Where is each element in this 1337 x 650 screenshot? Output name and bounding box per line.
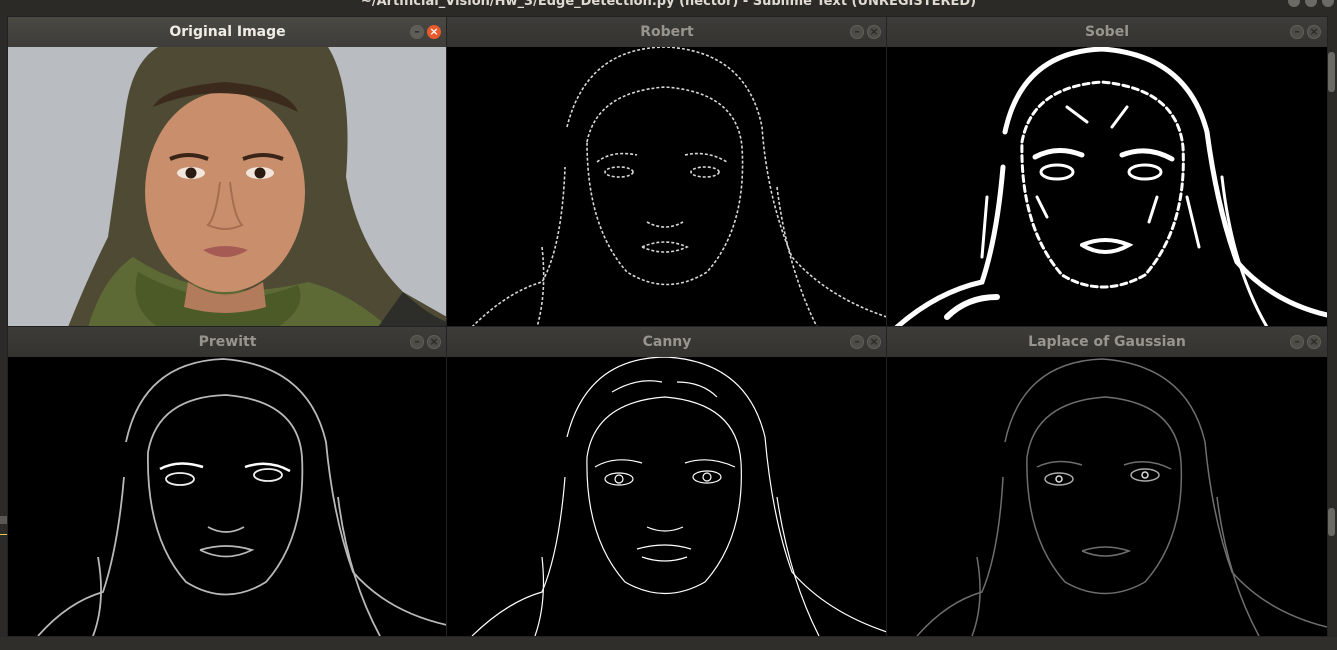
sobel-edges: [887, 47, 1327, 327]
robert-edges: [447, 47, 887, 327]
window-original-image[interactable]: Original Image – ×: [8, 17, 447, 327]
window-titlebar[interactable]: Original Image – ×: [8, 17, 447, 47]
minimize-icon[interactable]: –: [410, 335, 424, 349]
close-icon[interactable]: ×: [427, 25, 441, 39]
close-icon[interactable]: ×: [427, 335, 441, 349]
desktop-bottom-strip: [0, 637, 1337, 650]
sublime-scrollbar[interactable]: [1326, 16, 1337, 650]
window-titlebar[interactable]: Sobel – ×: [887, 17, 1327, 47]
sublime-scrollbar-thumb-lower[interactable]: [1328, 508, 1335, 536]
window-titlebar[interactable]: Robert – ×: [447, 17, 887, 47]
window-titlebar[interactable]: Laplace of Gaussian – ×: [887, 327, 1327, 357]
minimize-icon[interactable]: –: [1290, 25, 1304, 39]
sublime-close-icon[interactable]: [1322, 0, 1334, 7]
sublime-scrollbar-thumb[interactable]: [1328, 52, 1335, 92]
close-icon[interactable]: ×: [1307, 335, 1321, 349]
window-title: Prewitt: [198, 334, 257, 350]
log-edges: [887, 357, 1327, 636]
window-canny[interactable]: Canny – ×: [447, 327, 887, 636]
sublime-titlebar[interactable]: ~/Artificial_Vision/Hw_3/Edge_Detection.…: [0, 0, 1337, 16]
window-prewitt[interactable]: Prewitt – ×: [8, 327, 447, 636]
minimize-icon[interactable]: –: [850, 335, 864, 349]
window-robert[interactable]: Robert – ×: [447, 17, 887, 327]
close-icon[interactable]: ×: [1307, 25, 1321, 39]
window-titlebar[interactable]: Prewitt – ×: [8, 327, 447, 357]
sublime-minimize-icon[interactable]: [1288, 0, 1300, 7]
minimize-icon[interactable]: –: [850, 25, 864, 39]
original-photo: [8, 47, 447, 327]
close-icon[interactable]: ×: [867, 335, 881, 349]
window-title: Original Image: [169, 24, 286, 40]
window-title: Laplace of Gaussian: [1028, 334, 1186, 350]
sublime-title: ~/Artificial_Vision/Hw_3/Edge_Detection.…: [360, 0, 977, 9]
window-sobel[interactable]: Sobel – ×: [887, 17, 1327, 327]
minimize-icon[interactable]: –: [410, 25, 424, 39]
window-laplace-of-gaussian[interactable]: Laplace of Gaussian – ×: [887, 327, 1327, 636]
sublime-maximize-icon[interactable]: [1305, 0, 1317, 7]
canny-edges: [447, 357, 887, 636]
window-titlebar[interactable]: Canny – ×: [447, 327, 887, 357]
close-icon[interactable]: ×: [867, 25, 881, 39]
window-title: Sobel: [1084, 24, 1130, 40]
prewitt-edges: [8, 357, 447, 636]
window-title: Canny: [642, 334, 692, 350]
minimize-icon[interactable]: –: [1290, 335, 1304, 349]
window-title: Robert: [640, 24, 694, 40]
